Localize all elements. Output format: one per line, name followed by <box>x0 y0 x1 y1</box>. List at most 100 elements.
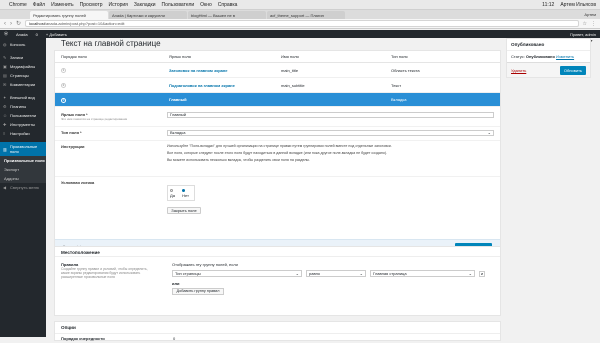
url-host: localhost <box>29 21 45 26</box>
admin-sidebar: ◍ Консоль ✎ Записи ▣ Медиафайлы ▤ Страницы ✉… <box>0 38 46 337</box>
field-label-link[interactable]: Подзаголовок на главном экране <box>169 83 235 88</box>
operator-value: равно <box>309 271 321 276</box>
forward-icon[interactable]: › <box>10 21 12 27</box>
profile-button[interactable]: Артем <box>584 12 596 17</box>
menu-bookmarks[interactable]: Закладки <box>134 2 156 8</box>
col-label: Ярлык поля <box>169 54 191 59</box>
fields-table-header: Порядок поля Ярлык поля Имя поля Тип пол… <box>55 51 500 63</box>
rule-operator-select[interactable]: равно ⌄ <box>306 270 366 277</box>
menu-dots-icon[interactable]: ⋮ <box>591 21 596 27</box>
sidebar-item-appearance[interactable]: ✦ Внешний вид <box>0 93 46 102</box>
address-bar[interactable]: localhost/anada-admin/post.php?post=10&a… <box>25 20 579 27</box>
menu-users[interactable]: Пользователи <box>162 2 195 8</box>
rules-hint: Создайте группу правил и условий, чтобы … <box>61 267 148 279</box>
menu-chrome[interactable]: Chrome <box>9 2 27 8</box>
field-group-title[interactable]: Текст на главной странице <box>61 39 161 48</box>
account-greeting[interactable]: Привет, admin <box>570 32 596 37</box>
field-label-link[interactable]: Заголовок на главном экране <box>169 68 228 73</box>
table-row[interactable]: 2 Подзаголовок на главном экране main_su… <box>55 78 500 93</box>
reload-icon[interactable]: ↻ <box>16 20 21 27</box>
browser-tab[interactable]: blogHtml — Вышел не в <box>188 11 266 19</box>
sidebar-item-custom-fields[interactable]: ▥ Произвольные поля <box>0 142 46 156</box>
sidebar-item-label: Инструменты <box>10 122 35 127</box>
sidebar-item-media[interactable]: ▣ Медиафайлы <box>0 62 46 71</box>
sidebar-item-plugins[interactable]: ⚙ Плагины <box>0 102 46 111</box>
posts-icon: ✎ <box>3 55 7 60</box>
chevron-down-icon: ⌄ <box>487 130 491 135</box>
rule-value-select[interactable]: Главная страница ⌄ <box>370 270 475 277</box>
browser-tab-bar: Редактировать группу полей Anada | Карто… <box>0 10 600 19</box>
field-order-badge[interactable]: 3 <box>61 97 66 103</box>
collapse-menu-button[interactable]: ◀ Свернуть меню <box>0 183 46 192</box>
update-button[interactable]: Обновить <box>559 65 586 75</box>
radio-no[interactable]: Нет <box>182 188 192 198</box>
delete-link[interactable]: Удалить <box>511 68 526 73</box>
and-rule-button[interactable]: и <box>479 270 485 277</box>
col-name: Имя поля <box>281 54 299 59</box>
browser-tab[interactable]: Anada | Карточки и карусели <box>109 11 187 19</box>
menu-window[interactable]: Окно <box>200 2 212 8</box>
new-content-button[interactable]: + Добавить <box>46 32 67 37</box>
location-rules: Отображать эту группу полей, если Тип ст… <box>172 262 492 295</box>
menu-help[interactable]: Справка <box>218 2 238 8</box>
close-field-button[interactable]: Закрыть поле <box>167 207 201 214</box>
mac-user[interactable]: Артем Ильясов <box>560 2 596 8</box>
field-order-badge[interactable]: 2 <box>61 83 66 88</box>
wp-logo-icon[interactable]: Ⓦ <box>4 31 8 37</box>
browser-tab[interactable]: acf_theme_support — Плагин <box>267 11 345 19</box>
sidebar-submenu: Произвольные поля Экспорт Аддоны <box>0 156 46 183</box>
type-value: Вкладка <box>170 130 186 135</box>
field-label-input[interactable]: Главный <box>167 112 494 118</box>
dashboard-icon: ◍ <box>3 42 7 47</box>
chevron-down-icon: ⌄ <box>295 271 299 276</box>
edit-status-link[interactable]: Изменить <box>556 54 574 59</box>
menu-file[interactable]: Файл <box>33 2 45 8</box>
param-value: Тип страницы <box>175 271 201 276</box>
sidebar-item-label: Медиафайлы <box>10 64 36 69</box>
browser-tab[interactable]: Редактировать группу полей <box>30 11 108 19</box>
menu-edit[interactable]: Изменить <box>51 2 74 8</box>
submenu-export[interactable]: Экспорт <box>0 165 46 174</box>
sidebar-item-pages[interactable]: ▤ Страницы <box>0 71 46 80</box>
field-name: main_subtitle <box>281 82 305 88</box>
field-order-badge[interactable]: 1 <box>61 68 66 73</box>
publish-box: Опубликовано Статус: Опубликовано Измени… <box>506 38 591 78</box>
instructions-text: Вы можете использовать несколько вкладок… <box>167 158 310 162</box>
back-icon[interactable]: ‹ <box>4 21 6 27</box>
site-name[interactable]: Anada <box>16 32 28 37</box>
radio-yes[interactable]: Да <box>170 188 178 198</box>
sidebar-item-settings[interactable]: ≡ Настройки <box>0 129 46 138</box>
sidebar-item-dashboard[interactable]: ◍ Консоль <box>0 40 46 49</box>
menu-view[interactable]: Просмотр <box>80 2 103 8</box>
sidebar-item-tools[interactable]: ✚ Инструменты <box>0 120 46 129</box>
comments-count[interactable]: 0 <box>36 32 38 37</box>
add-rule-group-button[interactable]: Добавить группу правил <box>172 288 224 295</box>
field-label-link[interactable]: Главный <box>169 97 187 102</box>
address-bar-row: ‹ › ↻ localhost/anada-admin/post.php?pos… <box>0 19 600 29</box>
table-row[interactable]: 1 Заголовок на главном экране main_title… <box>55 63 500 78</box>
setting-label: Ярлык поля * Это имя появится на странице… <box>61 112 167 123</box>
fields-panel: Порядок поля Ярлык поля Имя поля Тип пол… <box>54 50 501 275</box>
field-type: Вкладка <box>391 97 407 102</box>
users-icon: ☺ <box>3 113 8 118</box>
sidebar-item-comments[interactable]: ✉ Комментарии <box>0 80 46 89</box>
pages-icon: ▤ <box>3 73 7 78</box>
location-title: Местоположение <box>55 247 500 257</box>
sidebar-item-label: Страницы <box>10 73 29 78</box>
table-row-selected[interactable]: 3 Главный Вкладка <box>55 93 500 107</box>
field-type-select[interactable]: Вкладка ⌄ <box>167 130 494 136</box>
main-content: Текст на главной странице Порядок поля Я… <box>54 38 501 341</box>
bookmark-star-icon[interactable]: ☆ <box>583 21 587 27</box>
settings-icon: ≡ <box>3 131 6 136</box>
field-type: Текст <box>391 82 402 88</box>
sidebar-item-posts[interactable]: ✎ Записи <box>0 53 46 62</box>
logic-title: Условная логика <box>61 180 95 185</box>
col-order: Порядок поля <box>61 54 87 59</box>
rule-param-select[interactable]: Тип страницы ⌄ <box>172 270 302 277</box>
sidebar-item-users[interactable]: ☺ Пользователи <box>0 111 46 120</box>
submenu-custom-fields[interactable]: Произвольные поля <box>0 156 46 165</box>
radio-dot-icon <box>170 189 173 193</box>
submenu-addons[interactable]: Аддоны <box>0 174 46 183</box>
menu-history[interactable]: История <box>109 2 128 8</box>
plugins-icon: ⚙ <box>3 104 7 109</box>
